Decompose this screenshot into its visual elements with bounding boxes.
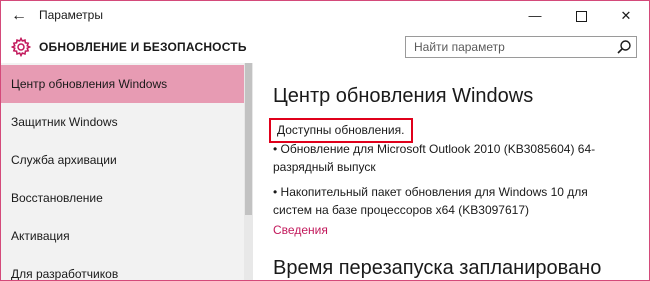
sidebar-item-activation[interactable]: Активация <box>1 217 244 255</box>
sidebar-item-windows-update[interactable]: Центр обновления Windows <box>1 65 244 103</box>
section-header: ОБНОВЛЕНИЕ И БЕЗОПАСНОСТЬ <box>1 31 649 63</box>
update-status: Доступны обновления. <box>277 123 405 137</box>
search-box[interactable] <box>405 36 637 58</box>
page-title: Центр обновления Windows <box>273 85 534 107</box>
sidebar-item-for-developers[interactable]: Для разработчиков <box>1 255 244 280</box>
sidebar-item-recovery[interactable]: Восстановление <box>1 179 244 217</box>
main-content: Центр обновления Windows Доступны обновл… <box>253 63 649 280</box>
back-arrow-icon[interactable]: ← <box>9 6 29 26</box>
search-input[interactable] <box>406 37 614 57</box>
minimize-button[interactable]: — <box>512 1 558 31</box>
maximize-icon <box>575 11 587 23</box>
sidebar-scrollbar[interactable] <box>244 63 253 280</box>
sidebar-item-backup[interactable]: Служба архивации <box>1 141 244 179</box>
maximize-button[interactable] <box>558 1 604 31</box>
search-icon[interactable] <box>616 39 632 55</box>
sidebar: Центр обновления Windows Защитник Window… <box>1 63 244 280</box>
gear-icon <box>11 37 31 57</box>
update-item: • Обновление для Microsoft Outlook 2010 … <box>273 142 596 174</box>
update-item: • Накопительный пакет обновления для Win… <box>273 185 588 217</box>
title-bar: ← Параметры — ✕ <box>1 1 649 31</box>
close-button[interactable]: ✕ <box>603 1 649 31</box>
settings-window: ← Параметры — ✕ ОБНОВЛЕНИЕ И БЕЗОПАСНОСТ… <box>0 0 650 281</box>
restart-scheduled-title: Время перезапуска запланировано <box>273 257 602 279</box>
sidebar-item-windows-defender[interactable]: Защитник Windows <box>1 103 244 141</box>
scrollbar-thumb[interactable] <box>245 63 252 215</box>
details-link[interactable]: Сведения <box>273 223 328 237</box>
window-title: Параметры <box>39 8 103 22</box>
section-title: ОБНОВЛЕНИЕ И БЕЗОПАСНОСТЬ <box>39 40 247 54</box>
